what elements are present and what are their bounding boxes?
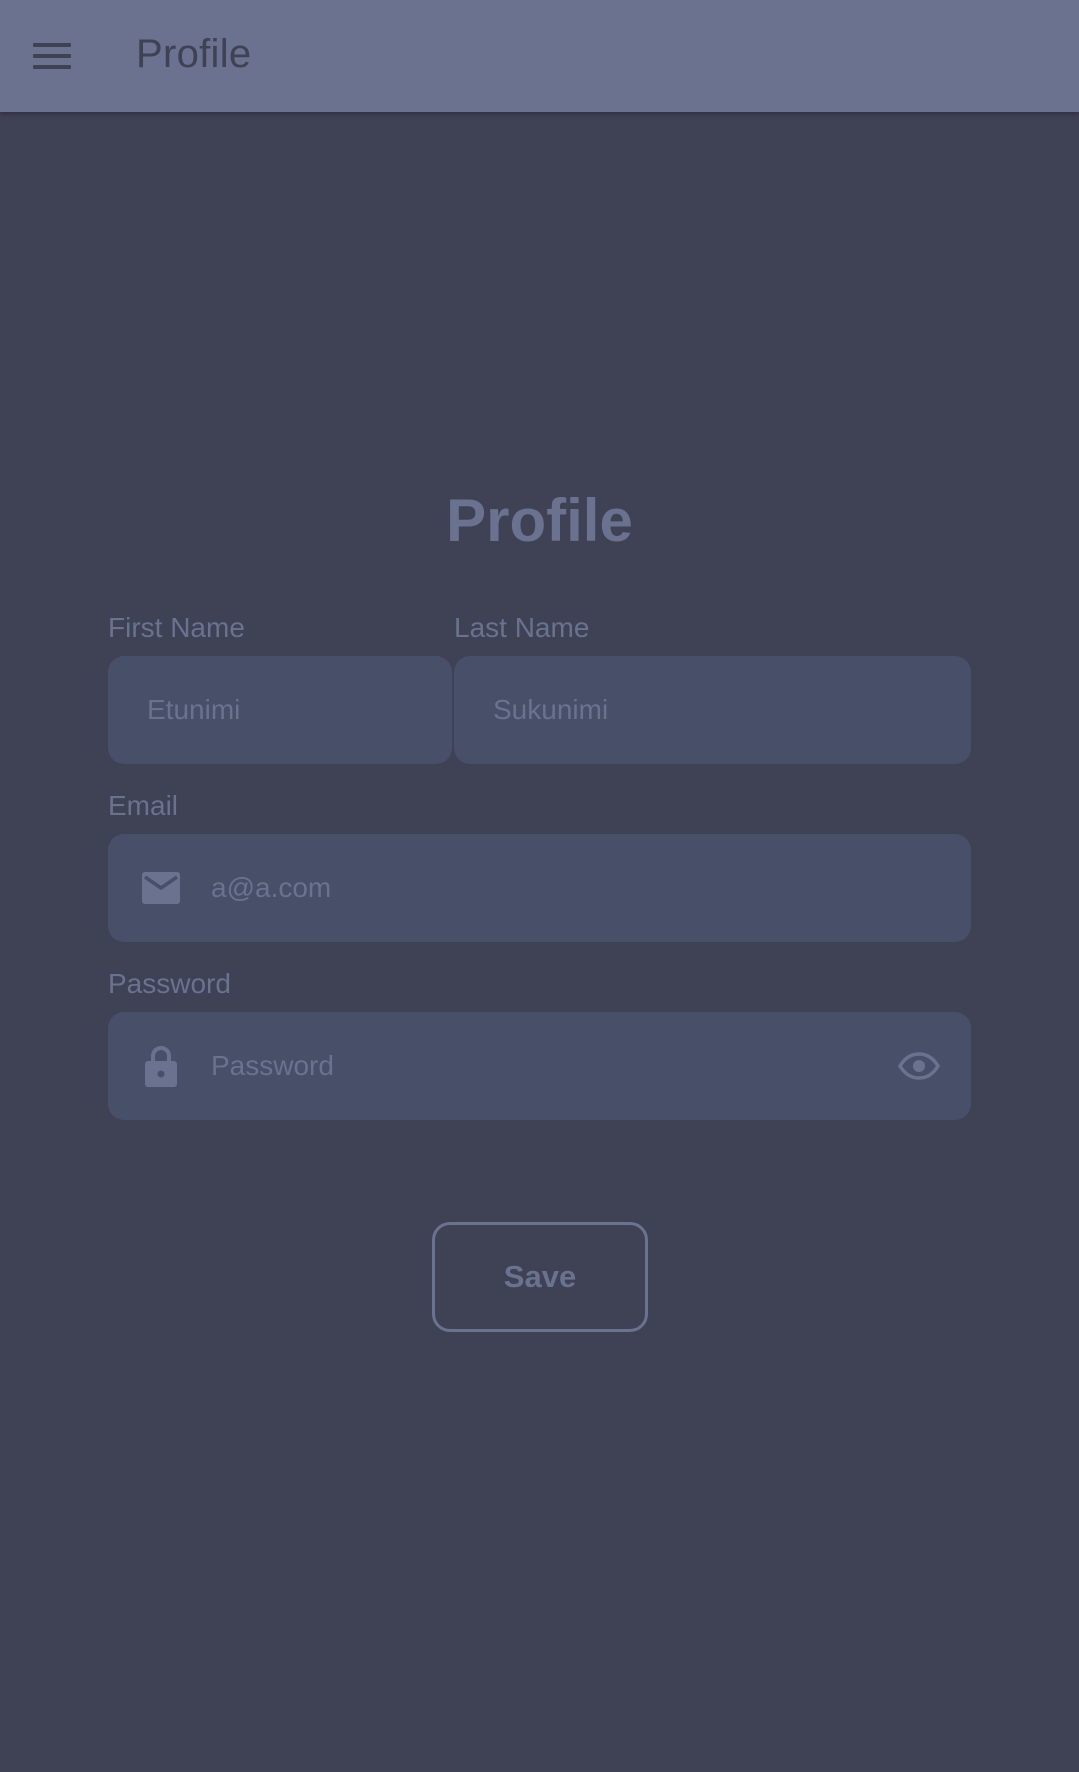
email-value: a@a.com [211, 872, 332, 903]
email-label: Email [108, 790, 179, 821]
save-button[interactable]: Save [432, 1222, 648, 1332]
last-name-field[interactable]: Sukunimi [454, 656, 971, 764]
menu-icon[interactable] [33, 43, 71, 69]
last-name-value: Sukunimi [493, 694, 609, 725]
lock-icon [145, 1046, 177, 1087]
page-title: Profile [446, 487, 633, 554]
mail-icon [142, 872, 180, 904]
eye-icon[interactable] [898, 1052, 940, 1080]
password-label: Password [108, 968, 231, 999]
password-placeholder: Password [211, 1050, 334, 1081]
email-field[interactable]: a@a.com [108, 834, 971, 942]
first-name-label: First Name [108, 612, 245, 643]
password-field[interactable]: Password [108, 1012, 971, 1120]
first-name-value: Etunimi [147, 694, 241, 725]
app-bar: Profile [0, 0, 1079, 112]
last-name-label: Last Name [454, 612, 590, 643]
first-name-field[interactable]: Etunimi [108, 656, 452, 764]
app-bar-title: Profile [136, 32, 252, 76]
